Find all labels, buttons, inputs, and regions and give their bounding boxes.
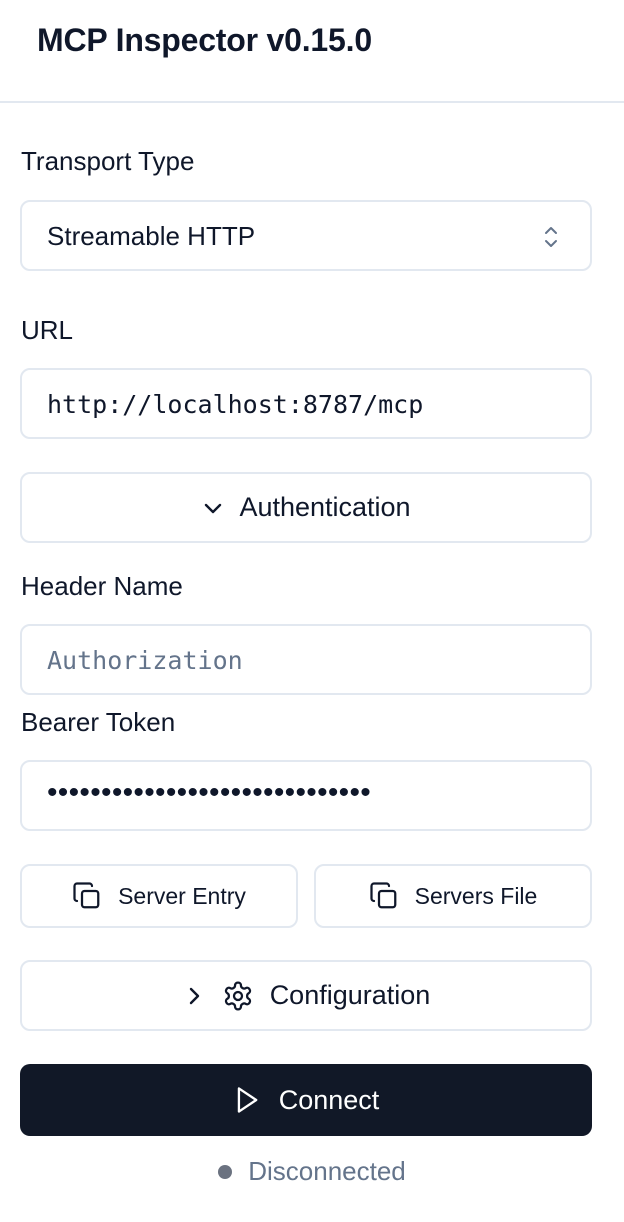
bearer-token-input[interactable]: •••••••••••••••••••••••••••••• [20,760,592,831]
bearer-token-value: •••••••••••••••••••••••••••••• [47,776,372,809]
url-label: URL [21,315,74,345]
chevrons-up-down-icon [542,223,560,251]
chevron-down-icon [201,496,225,520]
status-text: Disconnected [248,1156,406,1186]
app-title: MCP Inspector v0.15.0 [37,22,372,58]
play-icon [233,1085,261,1115]
transport-type-label: Transport Type [21,146,195,176]
header-name-input[interactable]: Authorization [20,624,592,695]
header-name-placeholder: Authorization [47,646,243,675]
chevron-right-icon [182,984,206,1008]
url-input[interactable]: http://localhost:8787/mcp [20,368,592,439]
header-name-label: Header Name [21,571,183,601]
gear-icon [222,980,254,1012]
server-entry-label: Server Entry [118,882,246,909]
transport-type-select[interactable]: Streamable HTTP [20,200,592,271]
configuration-label: Configuration [269,980,431,1010]
copy-server-entry-button[interactable]: Server Entry [20,864,298,928]
connect-button[interactable]: Connect [20,1064,592,1136]
status-dot [218,1164,233,1179]
transport-type-value: Streamable HTTP [47,221,256,251]
bearer-token-label: Bearer Token [21,707,176,737]
authentication-toggle-button[interactable]: Authentication [20,472,592,543]
copy-icon [72,881,102,911]
connection-status: Disconnected [0,1156,624,1187]
app-header: MCP Inspector v0.15.0 [0,0,624,103]
configuration-toggle-button[interactable]: Configuration [20,960,592,1031]
authentication-label: Authentication [239,492,411,522]
servers-file-label: Servers File [414,882,538,909]
copy-servers-file-button[interactable]: Servers File [314,864,592,928]
connect-label: Connect [278,1084,380,1115]
url-value: http://localhost:8787/mcp [47,390,424,419]
copy-icon [369,881,399,911]
